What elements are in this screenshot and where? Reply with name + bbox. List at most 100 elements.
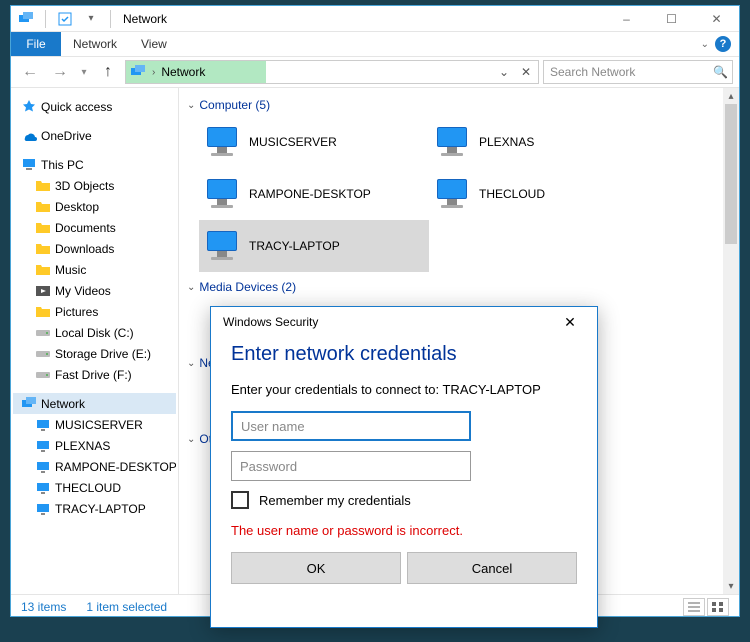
tree-pictures[interactable]: Pictures bbox=[13, 301, 176, 322]
credentials-dialog: Windows Security ✕ Enter network credent… bbox=[210, 306, 598, 628]
folder-icon bbox=[35, 304, 51, 320]
computer-tracy-laptop[interactable]: TRACY-LAPTOP bbox=[199, 220, 429, 272]
folder-icon bbox=[35, 199, 51, 215]
vertical-scrollbar[interactable]: ▴ ▾ bbox=[723, 88, 739, 594]
tree-storage-drive-e[interactable]: Storage Drive (E:) bbox=[13, 343, 176, 364]
computer-icon bbox=[35, 501, 51, 517]
ok-button[interactable]: OK bbox=[231, 552, 401, 584]
tree-net-plexnas[interactable]: PLEXNAS bbox=[13, 435, 176, 456]
dialog-close-button[interactable]: ✕ bbox=[555, 307, 585, 337]
nav-up-button[interactable]: ↑ bbox=[95, 59, 121, 85]
dialog-subtitle: Enter your credentials to connect to: TR… bbox=[231, 382, 577, 397]
tree-music[interactable]: Music bbox=[13, 259, 176, 280]
computer-icon bbox=[35, 459, 51, 475]
tab-network[interactable]: Network bbox=[61, 32, 129, 56]
nav-recent-dropdown[interactable]: ▾ bbox=[77, 59, 91, 85]
tree-fast-drive-f[interactable]: Fast Drive (F:) bbox=[13, 364, 176, 385]
breadcrumb-sep-icon[interactable]: › bbox=[150, 67, 157, 78]
tree-net-rampone[interactable]: RAMPONE-DESKTOP bbox=[13, 456, 176, 477]
group-computer[interactable]: ⌄ Computer (5) bbox=[183, 94, 735, 116]
address-bar[interactable]: › Network ⌄ ✕ bbox=[125, 60, 539, 84]
tree-documents[interactable]: Documents bbox=[13, 217, 176, 238]
folder-icon bbox=[35, 262, 51, 278]
tree-this-pc[interactable]: This PC bbox=[13, 154, 176, 175]
network-icon bbox=[21, 396, 37, 412]
view-icons-button[interactable] bbox=[707, 598, 729, 616]
tree-local-disk-c[interactable]: Local Disk (C:) bbox=[13, 322, 176, 343]
chevron-down-icon[interactable]: ⌄ bbox=[187, 282, 195, 293]
minimize-button[interactable]: – bbox=[604, 6, 649, 32]
computer-rampone[interactable]: RAMPONE-DESKTOP bbox=[199, 168, 429, 220]
address-stop-icon[interactable]: ✕ bbox=[516, 62, 536, 82]
tree-onedrive[interactable]: OneDrive bbox=[13, 125, 176, 146]
tree-net-musicserver[interactable]: MUSICSERVER bbox=[13, 414, 176, 435]
computer-plexnas[interactable]: PLEXNAS bbox=[429, 116, 659, 168]
computer-icon bbox=[203, 125, 241, 159]
drive-icon bbox=[35, 346, 51, 362]
error-message: The user name or password is incorrect. bbox=[231, 523, 577, 538]
maximize-button[interactable]: ☐ bbox=[649, 6, 694, 32]
tree-desktop[interactable]: Desktop bbox=[13, 196, 176, 217]
nav-forward-button[interactable]: → bbox=[47, 59, 73, 85]
app-icon bbox=[15, 8, 37, 30]
status-item-count: 13 items bbox=[21, 600, 66, 614]
tree-net-thecloud[interactable]: THECLOUD bbox=[13, 477, 176, 498]
help-icon[interactable]: ? bbox=[715, 36, 731, 52]
computer-icon bbox=[35, 438, 51, 454]
remember-label: Remember my credentials bbox=[259, 493, 411, 508]
computer-thecloud[interactable]: THECLOUD bbox=[429, 168, 659, 220]
search-input[interactable] bbox=[548, 64, 713, 80]
scroll-up-icon[interactable]: ▴ bbox=[723, 88, 739, 104]
tree-downloads[interactable]: Downloads bbox=[13, 238, 176, 259]
computer-icon bbox=[35, 417, 51, 433]
dialog-title: Windows Security bbox=[223, 315, 318, 329]
chevron-down-icon[interactable]: ⌄ bbox=[187, 100, 195, 111]
chevron-down-icon[interactable]: ⌄ bbox=[187, 358, 195, 369]
tree-net-tracy[interactable]: TRACY-LAPTOP bbox=[13, 498, 176, 519]
breadcrumb-network[interactable]: Network bbox=[161, 65, 205, 79]
title-bar: ▾ Network – ☐ ✕ bbox=[11, 6, 739, 32]
view-details-button[interactable] bbox=[683, 598, 705, 616]
address-dropdown-icon[interactable]: ⌄ bbox=[494, 62, 514, 82]
tree-quick-access[interactable]: Quick access bbox=[13, 96, 176, 117]
qat-dropdown-icon[interactable]: ▾ bbox=[80, 8, 102, 30]
video-icon bbox=[35, 283, 51, 299]
username-input[interactable] bbox=[231, 411, 471, 441]
tree-network[interactable]: Network bbox=[13, 393, 176, 414]
tree-my-videos[interactable]: My Videos bbox=[13, 280, 176, 301]
star-icon bbox=[21, 99, 37, 115]
dialog-titlebar: Windows Security ✕ bbox=[211, 307, 597, 337]
window-title: Network bbox=[123, 12, 167, 26]
nav-back-button[interactable]: ← bbox=[17, 59, 43, 85]
folder-icon bbox=[35, 241, 51, 257]
ribbon-expand-icon[interactable]: ⌄ bbox=[701, 39, 709, 50]
drive-icon bbox=[35, 325, 51, 341]
password-input[interactable] bbox=[231, 451, 471, 481]
quick-access-toolbar: ▾ Network bbox=[11, 8, 167, 30]
drive-icon bbox=[35, 367, 51, 383]
status-selection: 1 item selected bbox=[86, 600, 167, 614]
search-box[interactable]: 🔍 bbox=[543, 60, 733, 84]
file-tab[interactable]: File bbox=[11, 32, 61, 56]
pc-icon bbox=[21, 157, 37, 173]
tab-view[interactable]: View bbox=[129, 32, 179, 56]
nav-bar: ← → ▾ ↑ › Network ⌄ ✕ 🔍 bbox=[11, 56, 739, 88]
tree-3d-objects[interactable]: 3D Objects bbox=[13, 175, 176, 196]
folder-icon bbox=[35, 178, 51, 194]
scroll-down-icon[interactable]: ▾ bbox=[723, 578, 739, 594]
cancel-button[interactable]: Cancel bbox=[407, 552, 577, 584]
navigation-tree[interactable]: Quick access OneDrive This PC 3D Objects… bbox=[11, 88, 179, 594]
computer-icon bbox=[203, 177, 241, 211]
group-media-devices[interactable]: ⌄ Media Devices (2) bbox=[183, 276, 735, 298]
chevron-down-icon[interactable]: ⌄ bbox=[187, 434, 195, 445]
computer-icon bbox=[433, 177, 471, 211]
computer-icon bbox=[203, 229, 241, 263]
search-icon[interactable]: 🔍 bbox=[713, 65, 728, 79]
scroll-thumb[interactable] bbox=[725, 104, 737, 244]
computer-musicserver[interactable]: MUSICSERVER bbox=[199, 116, 429, 168]
close-button[interactable]: ✕ bbox=[694, 6, 739, 32]
qat-properties-icon[interactable] bbox=[54, 8, 76, 30]
ribbon-tabs: File Network View ⌄ ? bbox=[11, 32, 739, 56]
remember-checkbox[interactable] bbox=[231, 491, 249, 509]
network-icon bbox=[130, 64, 146, 80]
